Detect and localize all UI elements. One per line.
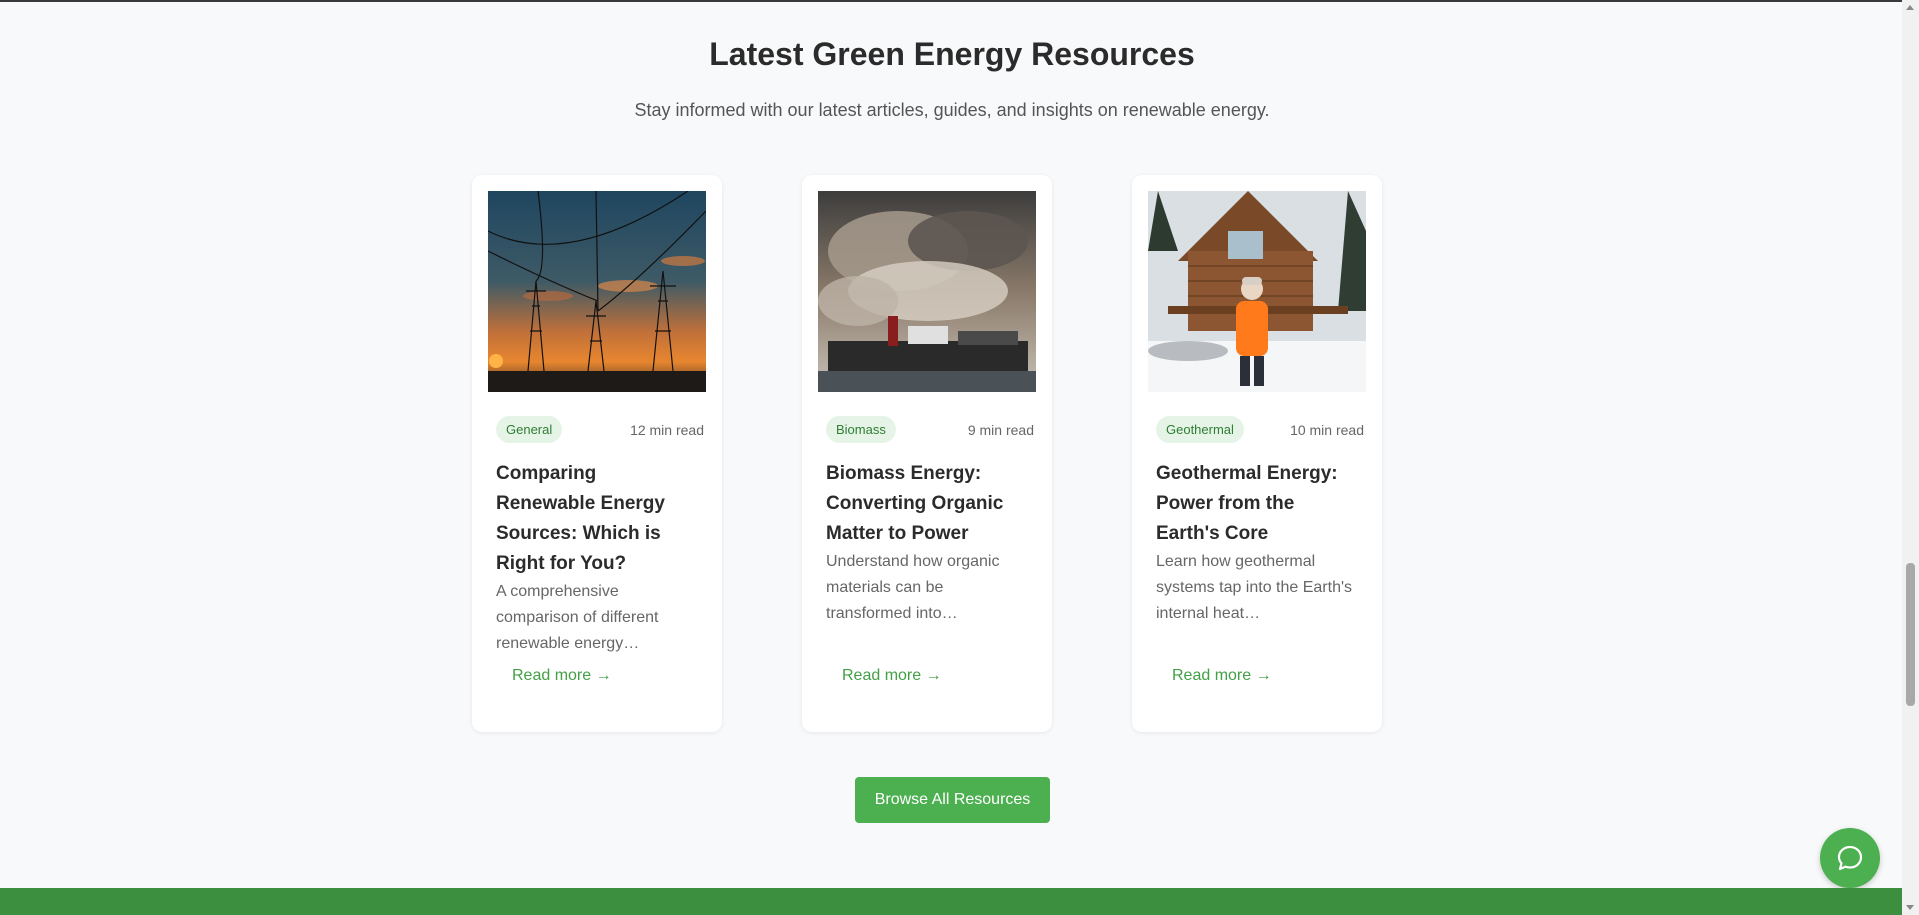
category-tag[interactable]: Biomass: [826, 416, 896, 443]
chat-button[interactable]: [1820, 828, 1880, 888]
card-meta: General 12 min read: [496, 416, 704, 443]
page: Latest Green Energy Resources Stay infor…: [0, 0, 1919, 915]
industrial-smoke-ship-image: [818, 191, 1036, 392]
article-cards: General 12 min read Comparing Renewable …: [472, 175, 1382, 732]
scroll-thumb[interactable]: [1906, 563, 1915, 706]
card-body: General 12 min read Comparing Renewable …: [488, 392, 706, 657]
article-card[interactable]: Biomass 9 min read Biomass Energy: Conve…: [802, 175, 1052, 732]
article-excerpt: Understand how organic materials can be …: [826, 553, 1000, 622]
top-divider: [0, 0, 1902, 2]
card-body: Biomass 9 min read Biomass Energy: Conve…: [818, 392, 1036, 627]
chat-bubble-icon: [1837, 845, 1863, 871]
card-meta: Biomass 9 min read: [826, 416, 1034, 443]
read-time: 10 min read: [1290, 421, 1364, 438]
read-time: 9 min read: [967, 421, 1034, 438]
article-excerpt: A comprehensive comparison of different …: [496, 583, 659, 652]
section-title: Latest Green Energy Resources: [709, 36, 1195, 72]
snowy-cabin-person-image: [1148, 191, 1366, 392]
article-title[interactable]: Biomass Energy: Converting Organic Matte…: [826, 459, 1028, 549]
category-tag[interactable]: General: [496, 416, 563, 443]
vertical-scrollbar[interactable]: [1902, 0, 1919, 915]
browse-all-resources-button[interactable]: Browse All Resources: [855, 777, 1050, 823]
card-meta: Geothermal 10 min read: [1156, 416, 1364, 443]
article-card[interactable]: Geothermal 10 min read Geothermal Energy…: [1132, 175, 1382, 732]
card-body: Geothermal 10 min read Geothermal Energy…: [1148, 392, 1366, 627]
article-excerpt: Learn how geothermal systems tap into th…: [1156, 553, 1353, 622]
read-more-link[interactable]: Read more →: [512, 667, 612, 685]
read-more-link[interactable]: Read more →: [842, 667, 942, 685]
section-subtitle: Stay informed with our latest articles, …: [634, 100, 1270, 120]
article-image-biomass[interactable]: [818, 191, 1036, 392]
article-title[interactable]: Geothermal Energy: Power from the Earth'…: [1156, 459, 1358, 549]
article-card[interactable]: General 12 min read Comparing Renewable …: [472, 175, 722, 732]
scroll-down-arrow-icon[interactable]: [1906, 905, 1914, 910]
footer-bar: [0, 888, 1904, 915]
power-lines-sunset-image: [488, 191, 706, 392]
category-tag[interactable]: Geothermal: [1156, 416, 1244, 443]
article-image-geothermal[interactable]: [1148, 191, 1366, 392]
article-image-power-lines[interactable]: [488, 191, 706, 392]
article-title[interactable]: Comparing Renewable Energy Sources: Whic…: [496, 459, 698, 579]
read-time: 12 min read: [630, 421, 704, 438]
read-more-link[interactable]: Read more →: [1172, 667, 1272, 685]
scroll-up-arrow-icon[interactable]: [1906, 5, 1914, 10]
